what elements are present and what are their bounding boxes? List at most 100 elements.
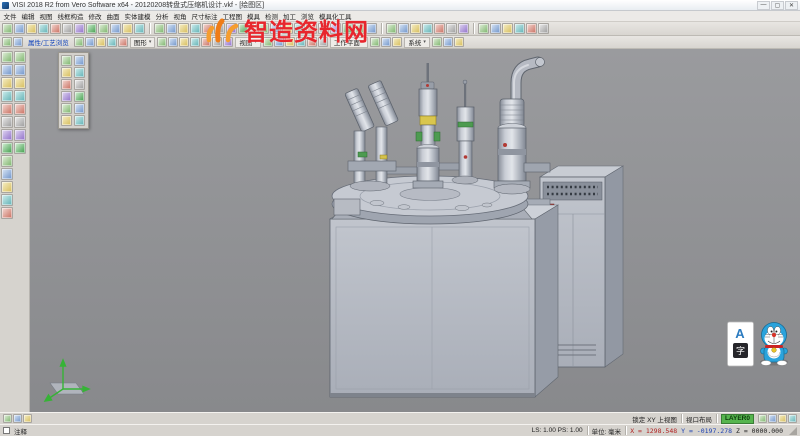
tool-icon[interactable]	[74, 79, 85, 90]
menu-item[interactable]: 编辑	[19, 11, 37, 21]
tool-icon[interactable]	[14, 77, 26, 89]
tool-icon[interactable]	[1, 168, 13, 180]
toolbar-icon[interactable]	[86, 23, 97, 34]
tool-icon[interactable]	[61, 115, 72, 126]
toolbar-icon[interactable]	[386, 23, 397, 34]
toolbar-icon[interactable]	[502, 23, 513, 34]
status-icon[interactable]	[23, 414, 32, 423]
tool-icon[interactable]	[14, 90, 26, 102]
menu-item[interactable]: 修改	[86, 11, 104, 21]
menu-item[interactable]: 文件	[1, 11, 19, 21]
toolbar-icon[interactable]	[454, 37, 464, 47]
toolbar-icon[interactable]	[74, 37, 84, 47]
tool-icon[interactable]	[74, 91, 85, 102]
toolbar-icon[interactable]	[85, 37, 95, 47]
tool-icon[interactable]	[14, 51, 26, 63]
status-icon[interactable]	[778, 414, 787, 423]
tool-icon[interactable]	[1, 64, 13, 76]
toolbar-icon[interactable]	[434, 23, 445, 34]
maximize-button[interactable]: ▢	[771, 1, 784, 10]
annotation-checkbox[interactable]	[3, 427, 10, 434]
menu-item[interactable]: 视角	[171, 11, 189, 21]
tool-icon[interactable]	[1, 90, 13, 102]
toolbar-icon[interactable]	[410, 23, 421, 34]
toolbar-icon[interactable]	[50, 23, 61, 34]
toolbar-icon[interactable]	[96, 37, 106, 47]
tool-icon[interactable]	[1, 51, 13, 63]
toolbar-icon[interactable]	[432, 37, 442, 47]
layer-badge[interactable]: LAYER0	[721, 414, 754, 424]
close-button[interactable]: ✕	[785, 1, 798, 10]
viewport[interactable]: A 字	[30, 49, 800, 412]
tool-icon[interactable]	[61, 55, 72, 66]
tool-icon[interactable]	[74, 115, 85, 126]
tool-icon[interactable]	[61, 67, 72, 78]
3d-model-machine[interactable]	[30, 49, 800, 412]
toolbar-icon[interactable]	[381, 37, 391, 47]
tool-icon[interactable]	[14, 103, 26, 115]
toolbar-icon[interactable]	[190, 23, 201, 34]
tool-icon[interactable]	[14, 142, 26, 154]
toolbar-icon[interactable]	[370, 37, 380, 47]
menu-item[interactable]: 线框构造	[55, 11, 86, 21]
tool-icon[interactable]	[61, 79, 72, 90]
minimize-button[interactable]: —	[757, 1, 770, 10]
toolbar-icon[interactable]	[74, 23, 85, 34]
toolbar-icon[interactable]	[443, 37, 453, 47]
tool-icon[interactable]	[1, 194, 13, 206]
tool-icon[interactable]	[61, 91, 72, 102]
tool-icon[interactable]	[1, 77, 13, 89]
status-icon[interactable]	[3, 414, 12, 423]
toolbar-icon[interactable]	[62, 23, 73, 34]
toolbar-icon[interactable]	[14, 23, 25, 34]
tool-icon[interactable]	[14, 64, 26, 76]
group-dropdown-system[interactable]: 系统 ▾	[404, 37, 430, 48]
menu-item[interactable]: 分析	[153, 11, 171, 21]
status-icon[interactable]	[788, 414, 797, 423]
toolbar-icon[interactable]	[110, 23, 121, 34]
toolbar-icon[interactable]	[26, 23, 37, 34]
tool-icon[interactable]	[1, 207, 13, 219]
toolbar-icon[interactable]	[98, 23, 109, 34]
resize-grip[interactable]	[789, 427, 797, 435]
toolbar-icon[interactable]	[190, 37, 200, 47]
status-icon[interactable]	[758, 414, 767, 423]
status-icon[interactable]	[13, 414, 22, 423]
tool-icon[interactable]	[1, 142, 13, 154]
tool-icon[interactable]	[61, 103, 72, 114]
tool-icon[interactable]	[74, 55, 85, 66]
tool-icon[interactable]	[1, 129, 13, 141]
toolbar-icon[interactable]	[514, 23, 525, 34]
toolbar-icon[interactable]	[526, 23, 537, 34]
toolbar-icon[interactable]	[178, 23, 189, 34]
tool-icon[interactable]	[14, 116, 26, 128]
toolbar-icon[interactable]	[107, 37, 117, 47]
tool-icon[interactable]	[1, 181, 13, 193]
toolbar-icon[interactable]	[157, 37, 167, 47]
toolbar-icon[interactable]	[2, 37, 12, 47]
toolbar-icon[interactable]	[2, 23, 13, 34]
toolbar-icon[interactable]	[478, 23, 489, 34]
toolbar-icon[interactable]	[398, 23, 409, 34]
tool-icon[interactable]	[74, 67, 85, 78]
group-dropdown-graphics[interactable]: 图形 ▾	[130, 37, 156, 48]
tool-icon[interactable]	[74, 103, 85, 114]
toolbar-icon[interactable]	[154, 23, 165, 34]
toolbar-icon[interactable]	[179, 37, 189, 47]
toolbar-icon[interactable]	[422, 23, 433, 34]
viewport-layout-label[interactable]: 视口布局	[686, 414, 712, 424]
toolbar-icon[interactable]	[118, 37, 128, 47]
toolbar-icon[interactable]	[446, 23, 457, 34]
browser-tab[interactable]: 属性/工艺浏览	[25, 37, 72, 47]
toolbar-icon[interactable]	[538, 23, 549, 34]
toolbar-icon[interactable]	[166, 23, 177, 34]
toolbar-icon[interactable]	[13, 37, 23, 47]
tool-icon[interactable]	[14, 129, 26, 141]
tool-icon[interactable]	[1, 103, 13, 115]
menu-item[interactable]: 曲面	[104, 11, 122, 21]
toolbar-icon[interactable]	[392, 37, 402, 47]
toolbar-icon[interactable]	[458, 23, 469, 34]
tool-icon[interactable]	[1, 155, 13, 167]
menu-item[interactable]: 实体建模	[122, 11, 153, 21]
toolbar-icon[interactable]	[168, 37, 178, 47]
